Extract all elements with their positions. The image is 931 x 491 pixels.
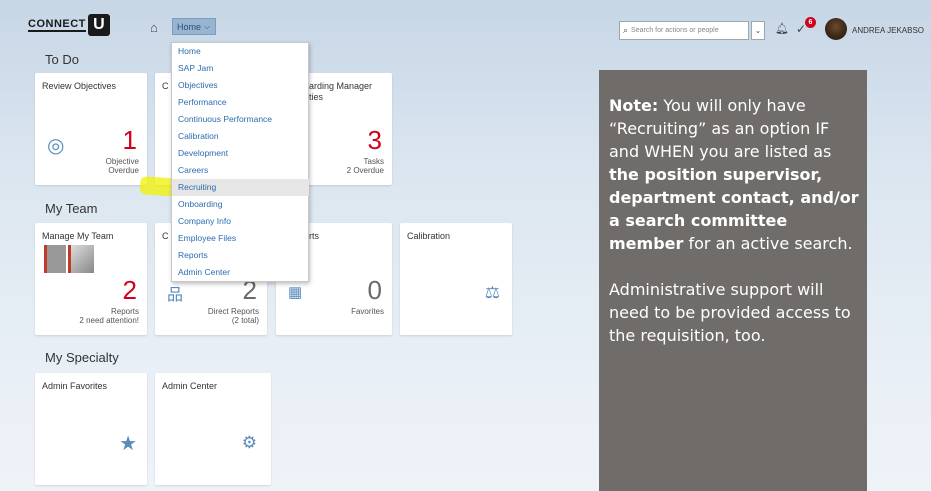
note-paragraph-1: Note: You will only have “Recruiting” as… (609, 94, 859, 255)
tile-sub-1: Direct Reports (207, 307, 259, 316)
menu-item-admin-center[interactable]: Admin Center (172, 264, 309, 281)
chevron-down-icon: ⌵ (204, 21, 211, 31)
tile-count: 2 (122, 275, 137, 305)
home-dropdown-menu[interactable]: Home SAP Jam Objectives Performance Cont… (171, 42, 309, 282)
avatar (44, 245, 66, 273)
notification-badge: 6 (805, 17, 816, 28)
target-icon: ◎ (47, 135, 65, 157)
tile-sub-2: 2 Overdue (346, 166, 384, 175)
home-menu-label: Home (177, 21, 202, 32)
tile-sub-2: (2 total) (231, 316, 259, 325)
menu-item-objectives[interactable]: Objectives (172, 77, 309, 94)
tile-count: 3 (367, 125, 382, 155)
tile-count: 0 (367, 275, 382, 305)
org-chart-icon: 品 (167, 287, 184, 304)
report-chart-icon: ▦ (288, 284, 303, 301)
user-name[interactable]: ANDREA JEKABSO (852, 26, 924, 35)
menu-item-home[interactable]: Home (172, 43, 309, 60)
section-title-todo: To Do (45, 52, 79, 67)
connect-logo[interactable]: CONNECT U (28, 14, 120, 36)
section-title-specialty: My Specialty (45, 350, 119, 365)
menu-item-careers[interactable]: Careers (172, 162, 309, 179)
avatar (68, 245, 94, 273)
gears-icon: ⚙ (241, 433, 257, 452)
menu-item-employee-files[interactable]: Employee Files (172, 230, 309, 247)
user-avatar[interactable] (825, 18, 847, 40)
tile-sub-1: Objective (105, 157, 139, 166)
note-paragraph-2: Administrative support will need to be p… (609, 280, 851, 345)
section-title-team: My Team (45, 201, 98, 216)
tile-sub-1: Favorites (351, 307, 384, 316)
tile-review-objectives[interactable]: Review Objectives ◎ 1 Objective Overdue (35, 73, 147, 185)
home-menu-button[interactable]: Home ⌵ (172, 18, 216, 35)
menu-item-continuous-performance[interactable]: Continuous Performance (172, 111, 309, 128)
menu-item-onboarding[interactable]: Onboarding (172, 196, 309, 213)
scale-icon: ⚖ (484, 283, 500, 302)
note-label: Note: (609, 96, 659, 115)
tile-admin-favorites[interactable]: Admin Favorites ★ (35, 373, 147, 485)
search-input[interactable]: ⌕ Search for actions or people (619, 21, 749, 40)
menu-item-company-info[interactable]: Company Info (172, 213, 309, 230)
tile-title: Review Objectives (42, 81, 117, 91)
menu-item-performance[interactable]: Performance (172, 94, 309, 111)
tile-title-line2: ties (309, 92, 324, 102)
star-icon: ★ (119, 433, 137, 455)
tile-admin-center[interactable]: Admin Center ⚙ (155, 373, 271, 485)
tile-title: Admin Favorites (42, 381, 108, 391)
tile-sub-2: 2 need attention! (79, 316, 139, 325)
search-icon: ⌕ (623, 25, 629, 35)
tile-manage-my-team[interactable]: Manage My Team 2 Reports 2 need attentio… (35, 223, 147, 335)
menu-item-sap-jam[interactable]: SAP Jam (172, 60, 309, 77)
logo-text: CONNECT (28, 18, 86, 32)
tile-calibration[interactable]: Calibration ⚖ (400, 223, 512, 335)
logo-u-mark: U (87, 14, 110, 36)
note-text-b: for an active search. (683, 234, 853, 253)
menu-item-calibration[interactable]: Calibration (172, 128, 309, 145)
menu-item-development[interactable]: Development (172, 145, 309, 162)
tile-title: Admin Center (162, 381, 218, 391)
search-placeholder: Search for actions or people (631, 27, 719, 34)
search-scope-dropdown[interactable]: ⌄ (751, 21, 765, 40)
tile-title-line1: arding Manager (309, 81, 373, 91)
note-callout: Note: You will only have “Recruiting” as… (599, 70, 867, 491)
tile-sub-1: Reports (110, 307, 139, 316)
home-icon[interactable]: ⌂ (150, 20, 158, 35)
tile-sub-1: Tasks (363, 157, 384, 166)
menu-item-reports[interactable]: Reports (172, 247, 309, 264)
tile-count: 1 (122, 125, 137, 155)
tile-title: Calibration (407, 231, 451, 241)
tile-sub-2: Overdue (108, 166, 139, 175)
bell-icon[interactable]: 🔔︎ (775, 22, 789, 35)
menu-item-recruiting[interactable]: Recruiting (172, 179, 309, 196)
tile-title: Manage My Team (42, 231, 114, 241)
